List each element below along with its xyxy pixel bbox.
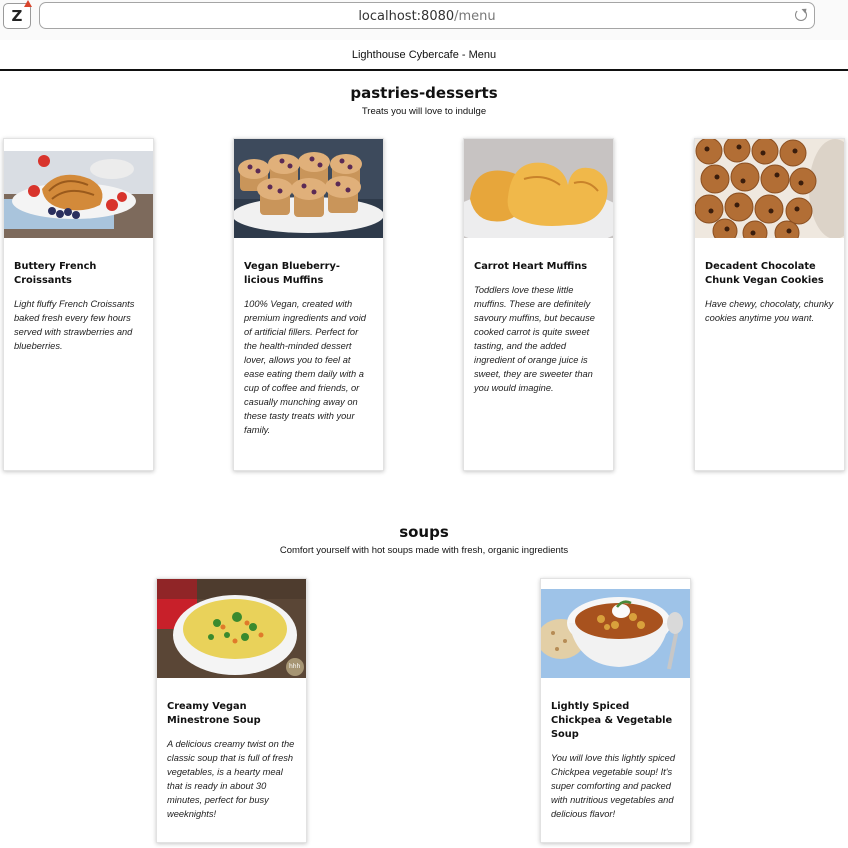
croissants-photo [4, 139, 153, 238]
url-host: localhost:8080 [358, 9, 455, 24]
item-description: Toddlers love these little muffins. Thes… [474, 285, 595, 393]
blueberry-muffins-photo [234, 139, 383, 238]
item-name: Lightly Spiced Chickpea & Vegetable Soup [551, 701, 673, 740]
watermark-text: hhh [289, 663, 301, 670]
section-title: pastries-desserts [350, 84, 498, 102]
url-text: localhost:8080/menu [40, 9, 814, 24]
reload-icon[interactable] [795, 9, 807, 21]
item-description: Light fluffy French Croissants baked fre… [14, 299, 135, 351]
item-description: You will love this lightly spiced Chickp… [551, 753, 676, 819]
page-title: Lighthouse Cybercafe - Menu [351, 49, 497, 61]
item-name: Carrot Heart Muffins [474, 261, 588, 272]
minestrone-soup-photo: hhh [157, 579, 306, 678]
title-divider [0, 69, 848, 71]
url-path: /menu [454, 9, 496, 24]
item-description: 100% Vegan, created with premium ingredi… [244, 299, 366, 435]
menu-card[interactable]: Lightly Spiced Chickpea & Vegetable Soup… [540, 578, 691, 843]
item-description: Have chewy, chocolaty, chunky cookies an… [705, 299, 834, 323]
item-name: Decadent Chocolate Chunk Vegan Cookies [705, 261, 824, 286]
item-name: Buttery French Croissants [14, 261, 97, 286]
menu-card[interactable]: Vegan Blueberry-licious Muffins 100% Veg… [233, 138, 384, 471]
section-subtitle: Comfort yourself with hot soups made wit… [279, 545, 569, 556]
menu-card[interactable]: Carrot Heart Muffins Toddlers love these… [463, 138, 614, 471]
menu-card[interactable]: hhh Creamy Vegan Minestrone Soup A delic… [156, 578, 307, 843]
item-description: A delicious creamy twist on the classic … [167, 739, 295, 819]
section-subtitle: Treats you will love to indulge [361, 106, 487, 117]
chocolate-cookies-photo [695, 139, 844, 238]
warning-badge-icon [24, 0, 32, 7]
address-bar[interactable]: localhost:8080/menu [39, 2, 815, 29]
extension-letter: Z [11, 7, 23, 25]
section-title: soups [399, 523, 449, 541]
menu-card[interactable]: Buttery French Croissants Light fluffy F… [3, 138, 154, 471]
item-name: Creamy Vegan Minestrone Soup [167, 701, 261, 726]
item-name: Vegan Blueberry-licious Muffins [244, 261, 340, 286]
chickpea-soup-photo [541, 579, 690, 678]
menu-card[interactable]: Decadent Chocolate Chunk Vegan Cookies H… [694, 138, 845, 471]
browser-toolbar: Z localhost:8080/menu [0, 0, 848, 40]
carrot-heart-muffins-photo [464, 139, 613, 238]
